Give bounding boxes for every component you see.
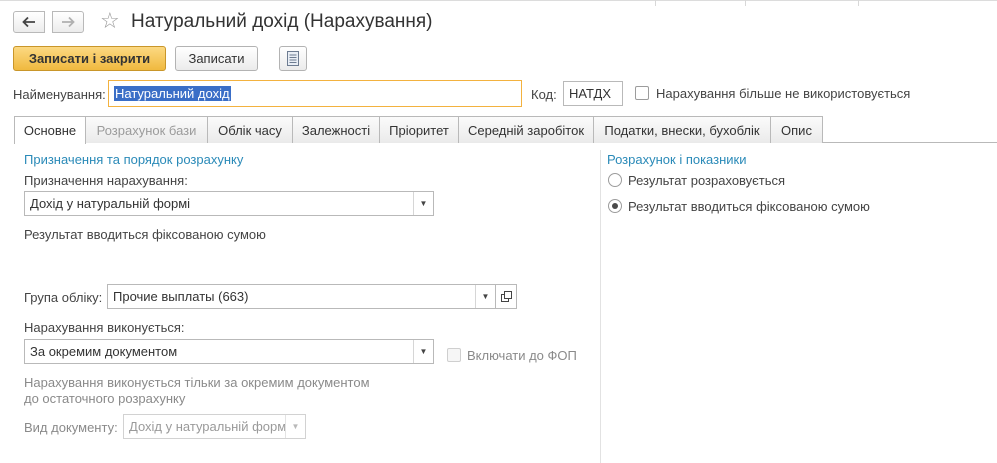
group-label: Група обліку: bbox=[24, 290, 103, 305]
tab-average-earnings[interactable]: Середній заробіток bbox=[458, 116, 594, 143]
purpose-section-title: Призначення та порядок розрахунку bbox=[24, 152, 244, 167]
executed-select[interactable]: За окремим документом ▼ bbox=[24, 339, 434, 364]
radio-calculated[interactable] bbox=[608, 173, 622, 187]
page-title: Натуральний дохід (Нарахування) bbox=[131, 11, 433, 32]
tab-dependencies[interactable]: Залежності bbox=[292, 116, 380, 143]
tab-basic[interactable]: Основне bbox=[14, 116, 86, 144]
forward-button[interactable] bbox=[52, 11, 84, 33]
purpose-value: Дохід у натуральній формі bbox=[30, 196, 191, 211]
tab-description[interactable]: Опис bbox=[770, 116, 823, 143]
executed-value: За окремим документом bbox=[30, 344, 178, 359]
doctype-label: Вид документу: bbox=[24, 420, 118, 435]
note-line-1: Нарахування виконується тільки за окреми… bbox=[24, 375, 370, 390]
code-field[interactable]: НАТДХ bbox=[563, 81, 623, 106]
document-list-icon bbox=[287, 51, 299, 66]
chevron-down-icon[interactable]: ▼ bbox=[413, 192, 433, 215]
note-line-2: до остаточного розрахунку bbox=[24, 391, 186, 406]
radio-selected-dot bbox=[612, 203, 618, 209]
fop-checkbox[interactable] bbox=[447, 348, 461, 362]
name-field[interactable]: Натуральний дохід bbox=[108, 80, 522, 107]
doctype-value: Дохід у натуральній формі bbox=[129, 419, 290, 434]
radio-fixed-sum-label: Результат вводиться фіксованою сумою bbox=[628, 199, 870, 214]
radio-calculated-label: Результат розраховується bbox=[628, 173, 786, 188]
name-label: Найменування: bbox=[13, 87, 106, 102]
chevron-down-icon[interactable]: ▼ bbox=[413, 340, 433, 363]
chevron-down-icon[interactable]: ▼ bbox=[285, 415, 305, 438]
open-group-button[interactable] bbox=[495, 284, 517, 309]
arrow-right-icon bbox=[62, 16, 75, 28]
window-edge-mark bbox=[745, 0, 746, 6]
tab-time-tracking[interactable]: Облік часу bbox=[207, 116, 293, 143]
radio-fixed-sum[interactable] bbox=[608, 199, 622, 213]
save-and-close-button[interactable]: Записати і закрити bbox=[13, 46, 166, 71]
calculation-section-title: Розрахунок і показники bbox=[607, 152, 747, 167]
executed-label: Нарахування виконується: bbox=[24, 320, 185, 335]
window-edge-mark bbox=[858, 0, 859, 6]
purpose-label: Призначення нарахування: bbox=[24, 173, 188, 188]
unused-checkbox[interactable] bbox=[635, 86, 649, 100]
report-button[interactable] bbox=[279, 46, 307, 71]
group-value: Прочие выплаты (663) bbox=[113, 289, 249, 304]
chevron-down-icon[interactable]: ▼ bbox=[475, 285, 495, 308]
star-icon[interactable]: ☆ bbox=[100, 9, 120, 33]
code-label: Код: bbox=[531, 87, 557, 102]
doctype-select[interactable]: Дохід у натуральній формі ▼ bbox=[123, 414, 306, 439]
purpose-select[interactable]: Дохід у натуральній формі ▼ bbox=[24, 191, 434, 216]
group-select[interactable]: Прочие выплаты (663) ▼ bbox=[107, 284, 496, 309]
tab-taxes-accounting[interactable]: Податки, внески, бухоблік bbox=[593, 116, 771, 143]
tab-priority[interactable]: Пріоритет bbox=[379, 116, 459, 143]
fop-label: Включати до ФОП bbox=[467, 348, 577, 363]
panel-divider bbox=[600, 150, 601, 463]
window-top-border bbox=[0, 0, 997, 1]
arrow-left-icon bbox=[22, 16, 35, 28]
result-note: Результат вводиться фіксованою сумою bbox=[24, 227, 266, 242]
open-window-icon bbox=[500, 291, 512, 302]
window-edge-mark bbox=[655, 0, 656, 6]
name-value: Натуральний дохід bbox=[114, 86, 231, 101]
unused-label: Нарахування більше не використовується bbox=[656, 86, 911, 101]
back-button[interactable] bbox=[13, 11, 45, 33]
save-button[interactable]: Записати bbox=[175, 46, 258, 71]
tab-base-calculation[interactable]: Розрахунок бази bbox=[85, 116, 208, 143]
